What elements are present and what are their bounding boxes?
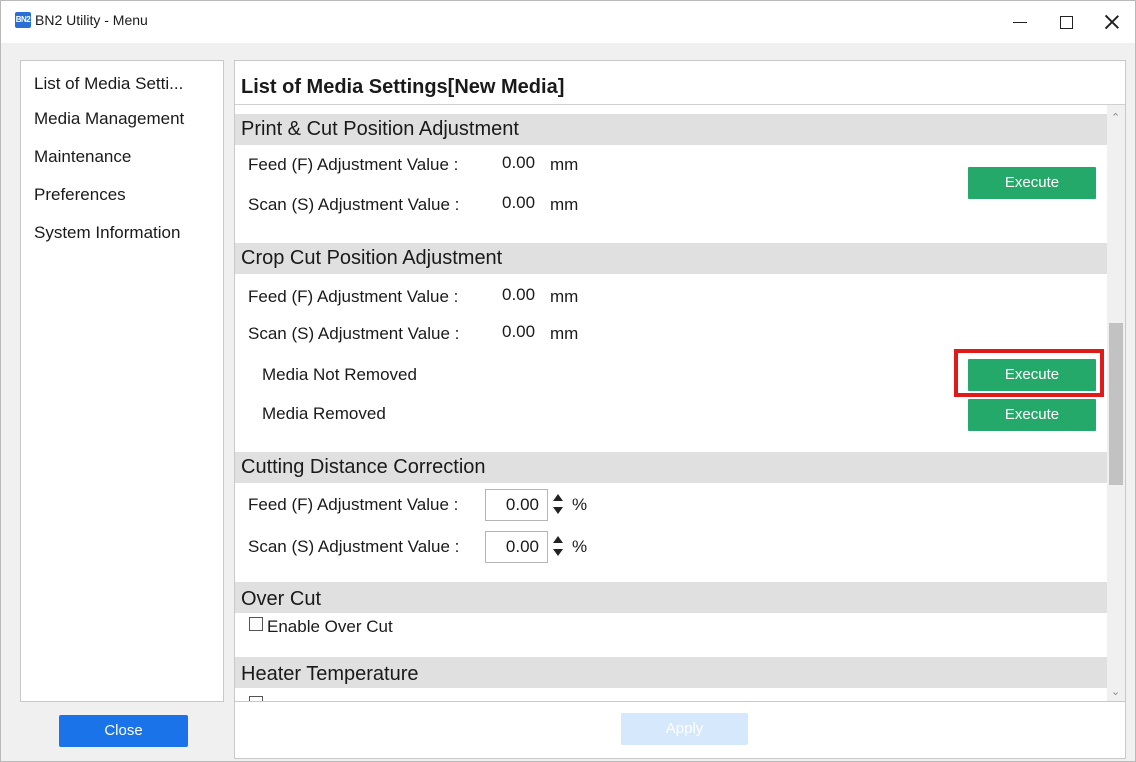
spin-up-icon xyxy=(553,494,563,501)
crop-cut-scan-value: 0.00 xyxy=(502,322,536,341)
cutting-scan-input[interactable]: 0.00 xyxy=(485,531,548,563)
section-over-cut-title: Over Cut xyxy=(241,588,322,610)
media-removed-label: Media Removed xyxy=(262,404,386,423)
minimize-icon xyxy=(1013,21,1027,23)
print-cut-scan-value: 0.00 xyxy=(502,193,536,212)
print-cut-feed-value: 0.00 xyxy=(502,153,536,172)
title-bar: BN2 BN2 Utility - Menu xyxy=(1,1,1135,43)
section-crop-cut-title: Crop Cut Position Adjustment xyxy=(241,247,503,269)
spin-up-icon xyxy=(553,536,563,543)
cutting-feed-label: Feed (F) Adjustment Value : xyxy=(248,495,459,514)
title-divider xyxy=(235,104,1125,105)
print-cut-execute-button[interactable]: Execute xyxy=(968,167,1096,199)
media-not-removed-execute-button[interactable]: Execute xyxy=(968,359,1096,391)
section-over-cut-header xyxy=(235,582,1107,613)
media-removed-execute-button[interactable]: Execute xyxy=(968,399,1096,431)
spin-down-icon xyxy=(553,507,563,514)
sidebar-nav: List of Media Setti... Media Management … xyxy=(20,60,224,702)
scrollbar-thumb[interactable] xyxy=(1109,323,1123,485)
crop-cut-feed-label: Feed (F) Adjustment Value : xyxy=(248,287,459,306)
sidebar-item-preferences[interactable]: Preferences xyxy=(34,184,126,206)
scroll-down-icon[interactable]: ⌄ xyxy=(1111,687,1120,698)
app-window: BN2 BN2 Utility - Menu List of Media Set… xyxy=(0,0,1136,762)
media-not-removed-label: Media Not Removed xyxy=(262,365,417,384)
sidebar-item-system-information[interactable]: System Information xyxy=(34,222,180,244)
section-print-cut-title: Print & Cut Position Adjustment xyxy=(241,118,519,140)
close-icon xyxy=(1105,15,1119,29)
window-title: BN2 Utility - Menu xyxy=(35,12,148,28)
cutting-scan-spinner[interactable] xyxy=(551,531,565,563)
cutting-feed-input[interactable]: 0.00 xyxy=(485,489,548,521)
window-close-button[interactable] xyxy=(1089,1,1135,43)
print-cut-scan-unit: mm xyxy=(550,195,579,214)
cutting-scan-unit: % xyxy=(572,537,588,556)
section-cutting-distance-title: Cutting Distance Correction xyxy=(241,456,486,478)
crop-cut-feed-value: 0.00 xyxy=(502,285,536,304)
crop-cut-scan-label: Scan (S) Adjustment Value : xyxy=(248,324,460,343)
apply-button[interactable]: Apply xyxy=(621,713,748,745)
main-panel: List of Media Settings[New Media] Print … xyxy=(234,60,1126,702)
crop-cut-feed-unit: mm xyxy=(550,287,579,306)
enable-over-cut-checkbox[interactable] xyxy=(249,617,263,631)
spin-down-icon xyxy=(553,549,563,556)
cutting-feed-unit: % xyxy=(572,495,588,514)
maximize-icon xyxy=(1059,15,1073,29)
crop-cut-scan-unit: mm xyxy=(550,324,579,343)
print-cut-scan-label: Scan (S) Adjustment Value : xyxy=(248,195,460,214)
cutting-feed-spinner[interactable] xyxy=(551,489,565,521)
maximize-button[interactable] xyxy=(1043,1,1089,43)
app-icon: BN2 xyxy=(15,12,31,28)
print-cut-feed-unit: mm xyxy=(550,155,579,174)
sidebar-item-media-management[interactable]: Media Management xyxy=(34,108,184,130)
section-heater-title: Heater Temperature xyxy=(241,663,419,685)
print-cut-feed-label: Feed (F) Adjustment Value : xyxy=(248,155,459,174)
scroll-up-icon[interactable]: ⌃ xyxy=(1111,113,1120,124)
minimize-button[interactable] xyxy=(997,1,1043,43)
sidebar-item-maintenance[interactable]: Maintenance xyxy=(34,146,131,168)
page-title: List of Media Settings[New Media] xyxy=(241,76,565,98)
cutting-scan-label: Scan (S) Adjustment Value : xyxy=(248,537,460,556)
vertical-scrollbar[interactable]: ⌃ ⌄ xyxy=(1107,105,1125,701)
enable-over-cut-label: Enable Over Cut xyxy=(267,617,393,636)
sidebar-item-list-of-media-settings[interactable]: List of Media Setti... xyxy=(34,73,183,95)
close-button[interactable]: Close xyxy=(59,715,188,747)
bottom-bar: Apply xyxy=(234,702,1126,759)
